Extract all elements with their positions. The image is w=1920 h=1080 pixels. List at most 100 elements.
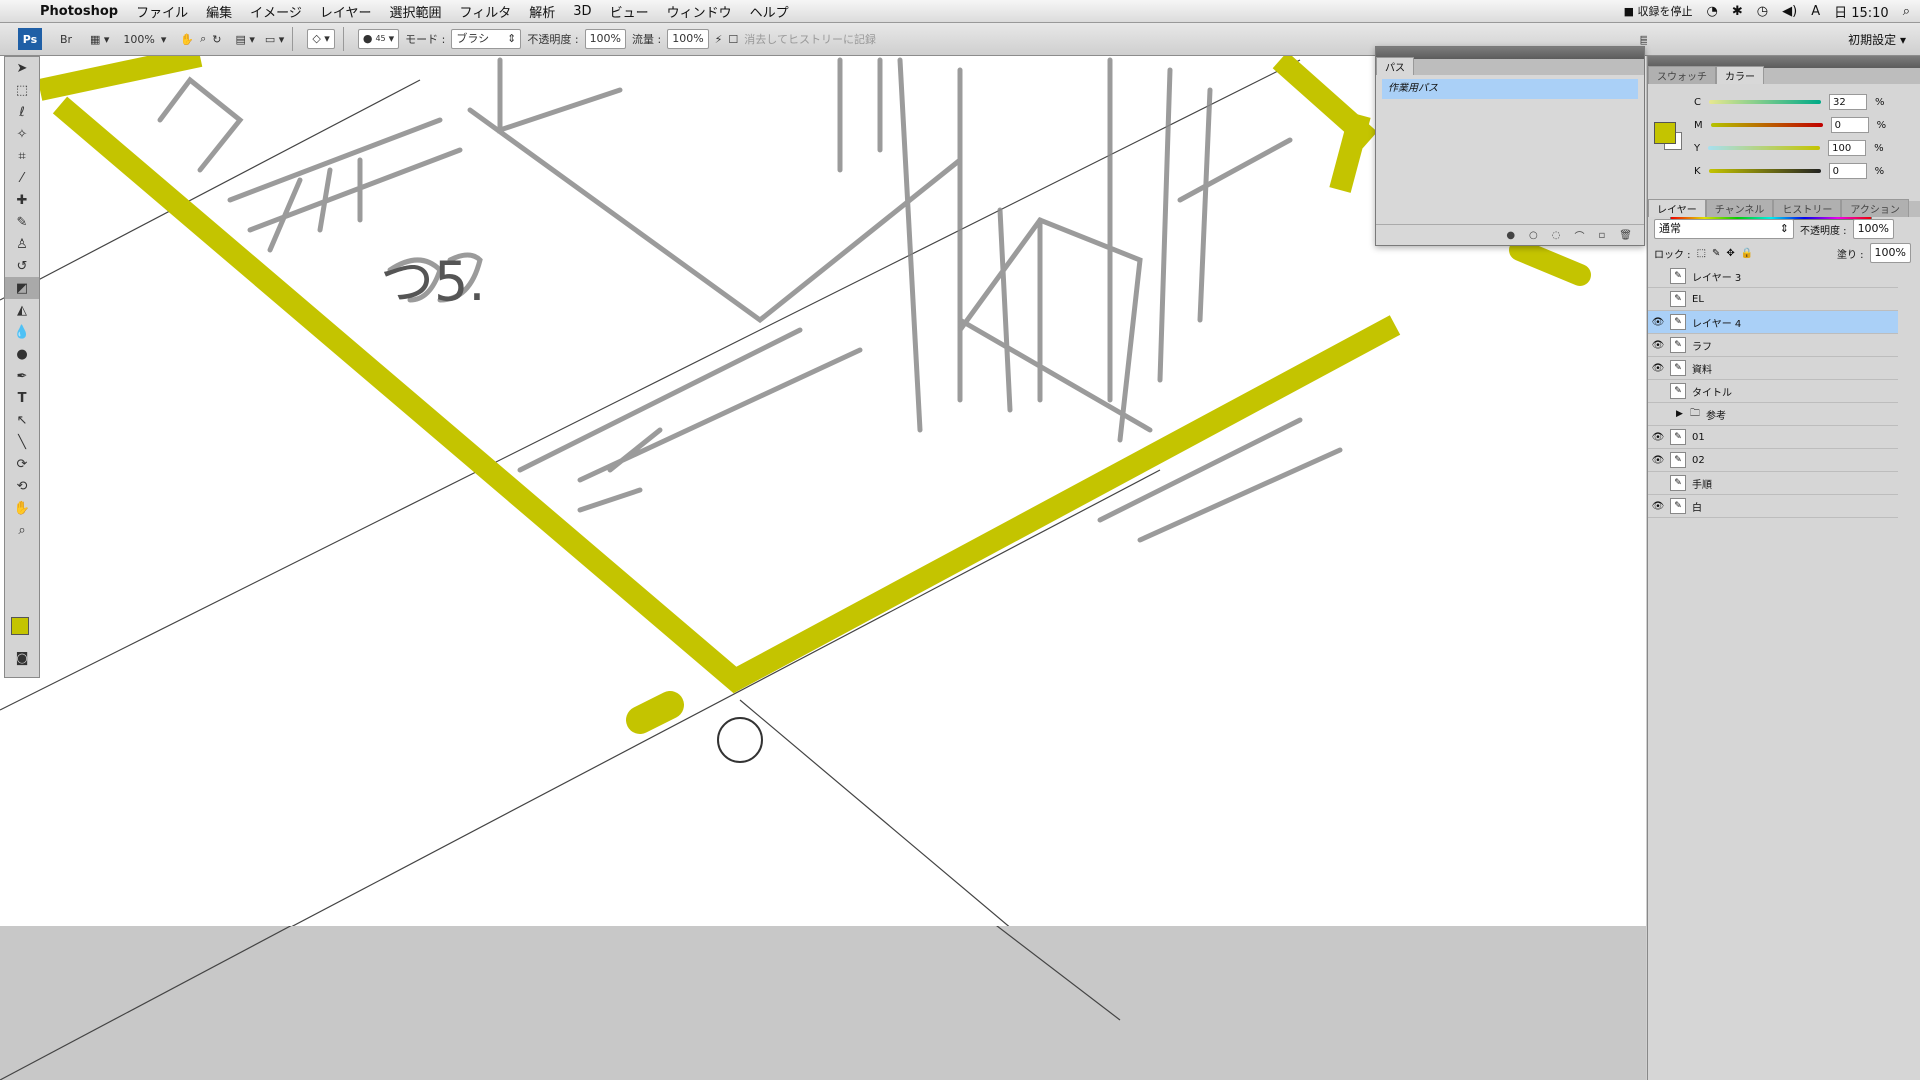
menu-3d[interactable]: 3D xyxy=(573,4,591,19)
layer-row[interactable]: ✎ レイヤー 3 xyxy=(1648,265,1898,288)
tab-swatches[interactable]: スウォッチ xyxy=(1648,66,1716,84)
yellow-value[interactable]: 100 xyxy=(1828,140,1867,156)
blur-tool-icon[interactable]: 💧 xyxy=(5,321,39,343)
workspace-switcher[interactable]: 初期設定 ▾ xyxy=(1848,31,1906,48)
flow-field[interactable]: 100% xyxy=(667,29,709,49)
menu-layer[interactable]: レイヤー xyxy=(320,2,372,21)
menu-filter[interactable]: フィルタ xyxy=(460,2,512,21)
tab-layers[interactable]: レイヤー xyxy=(1648,199,1706,217)
new-path-icon[interactable]: ▫ xyxy=(1599,230,1606,241)
stamp-tool-icon[interactable]: ♙ xyxy=(5,233,39,255)
menu-analysis[interactable]: 解析 xyxy=(529,2,555,21)
path-selection-tool-icon[interactable]: ↖ xyxy=(5,409,39,431)
hand-tool-icon[interactable]: ✋ xyxy=(5,497,39,519)
black-value[interactable]: 0 xyxy=(1828,163,1867,179)
black-slider[interactable] xyxy=(1708,169,1821,173)
layer-group-row[interactable]: ▶ 🗀 参考 xyxy=(1648,403,1898,426)
trash-icon[interactable]: 🗑 xyxy=(1619,230,1632,241)
type-tool-icon[interactable]: T xyxy=(5,387,39,409)
menu-image[interactable]: イメージ xyxy=(250,2,302,21)
layer-row[interactable]: 👁 ✎ 資料 xyxy=(1648,357,1898,380)
quick-mask-icon[interactable]: ◙ xyxy=(5,647,39,669)
path-item[interactable]: 作業用パス xyxy=(1382,79,1638,99)
layer-row[interactable]: 👁 ✎ 白 xyxy=(1648,495,1898,518)
bluetooth-icon[interactable]: ✱ xyxy=(1732,4,1743,19)
eraser-tool-icon[interactable]: ◩ xyxy=(5,277,39,299)
eye-icon[interactable]: 👁 xyxy=(1648,455,1668,466)
app-name[interactable]: Photoshop xyxy=(40,4,118,19)
lasso-tool-icon[interactable]: ℓ xyxy=(5,101,39,123)
3d-rotate-tool-icon[interactable]: ⟳ xyxy=(5,453,39,475)
screen-mode-icon[interactable]: ▭ ▾ xyxy=(265,28,284,50)
tool-preset-picker[interactable]: ◇ ▾ xyxy=(307,29,335,49)
rotate-view-icon[interactable]: ↻ xyxy=(212,28,221,50)
menu-select[interactable]: 選択範囲 xyxy=(390,2,442,21)
opacity-field[interactable]: 100% xyxy=(584,29,627,49)
menu-file[interactable]: ファイル xyxy=(136,2,188,21)
layer-row[interactable]: ✎ 手順 xyxy=(1648,472,1898,495)
layer-row-selected[interactable]: 👁 ✎ レイヤー 4 xyxy=(1648,311,1898,334)
tab-channels[interactable]: チャンネル xyxy=(1705,199,1774,217)
airbrush-icon[interactable]: ⚡ xyxy=(715,28,723,50)
bridge-icon[interactable]: Br xyxy=(56,28,76,50)
layer-row[interactable]: ✎ タイトル xyxy=(1648,380,1898,403)
healing-tool-icon[interactable]: ✚ xyxy=(5,189,39,211)
foreground-color-swatch[interactable] xyxy=(11,617,29,635)
time-machine-icon[interactable]: ◷ xyxy=(1757,4,1768,19)
erase-to-history-checkbox[interactable]: ☐ xyxy=(728,28,738,50)
menu-help[interactable]: ヘルプ xyxy=(750,2,789,21)
eyedropper-tool-icon[interactable]: ⁄ xyxy=(5,167,39,189)
eye-icon[interactable]: 👁 xyxy=(1648,340,1668,351)
view-extras-icon[interactable]: ▦ ▾ xyxy=(90,28,109,50)
eye-icon[interactable]: 👁 xyxy=(1648,363,1668,374)
eye-icon[interactable]: 👁 xyxy=(1648,432,1668,443)
mode-select[interactable]: ブラシ ⇕ xyxy=(451,29,522,49)
move-tool-icon[interactable]: ➤ xyxy=(5,57,39,79)
tab-color[interactable]: カラー xyxy=(1716,66,1764,84)
foreground-color-chip[interactable] xyxy=(1654,122,1676,144)
cyan-slider[interactable] xyxy=(1708,100,1821,104)
tab-actions[interactable]: アクション xyxy=(1841,199,1909,217)
recording-status[interactable]: ■ 収録を停止 xyxy=(1624,3,1693,19)
dodge-tool-icon[interactable]: ● xyxy=(5,343,39,365)
input-method-icon[interactable]: A xyxy=(1811,4,1820,19)
magic-wand-tool-icon[interactable]: ✧ xyxy=(5,123,39,145)
menu-edit[interactable]: 編集 xyxy=(206,2,232,21)
magenta-slider[interactable] xyxy=(1710,123,1823,127)
tab-history[interactable]: ヒストリー xyxy=(1773,199,1842,217)
3d-orbit-tool-icon[interactable]: ⟲ xyxy=(5,475,39,497)
crop-tool-icon[interactable]: ⌗ xyxy=(5,145,39,167)
fill-field[interactable]: 100% xyxy=(1869,243,1911,263)
panel-titlebar[interactable] xyxy=(1376,47,1644,59)
layer-opacity-field[interactable]: 100% xyxy=(1852,219,1895,239)
lock-transparency-icon[interactable]: ⬚ xyxy=(1697,248,1706,259)
cyan-value[interactable]: 32 xyxy=(1828,94,1867,110)
layer-row[interactable]: 👁 ✎ ラフ xyxy=(1648,334,1898,357)
eye-icon[interactable]: 👁 xyxy=(1648,501,1668,512)
history-brush-tool-icon[interactable]: ↺ xyxy=(5,255,39,277)
lock-all-icon[interactable]: 🔒 xyxy=(1741,248,1753,259)
hand-tool-icon[interactable]: ✋ xyxy=(180,28,194,50)
blend-mode-select[interactable]: 通常 ⇕ xyxy=(1654,219,1794,239)
clock[interactable]: 日 15:10 xyxy=(1834,2,1889,21)
arrange-documents-icon[interactable]: ▤ ▾ xyxy=(236,28,255,50)
yellow-slider[interactable] xyxy=(1708,146,1821,150)
layer-row[interactable]: 👁 ✎ 01 xyxy=(1648,426,1898,449)
zoom-dropdown-icon[interactable]: ▾ xyxy=(161,28,167,50)
layer-row[interactable]: ✎ EL xyxy=(1648,288,1898,311)
lock-position-icon[interactable]: ✥ xyxy=(1726,248,1734,259)
menu-window[interactable]: ウィンドウ xyxy=(667,2,732,21)
brush-tool-icon[interactable]: ✎ xyxy=(5,211,39,233)
marquee-tool-icon[interactable]: ⬚ xyxy=(5,79,39,101)
ps-logo-icon[interactable]: Ps xyxy=(18,28,42,50)
wifi-icon[interactable]: ◔ xyxy=(1707,4,1718,19)
gradient-tool-icon[interactable]: ◭ xyxy=(5,299,39,321)
load-selection-icon[interactable]: ◌ xyxy=(1552,230,1561,241)
volume-icon[interactable]: ◀) xyxy=(1782,4,1797,19)
eye-icon[interactable]: 👁 xyxy=(1648,317,1668,328)
brush-picker[interactable]: ● 45 ▾ xyxy=(357,29,400,49)
disclosure-triangle-icon[interactable]: ▶ xyxy=(1676,409,1690,419)
zoom-tool-icon[interactable]: ⌕ xyxy=(200,28,206,50)
layer-row[interactable]: 👁 ✎ 02 xyxy=(1648,449,1898,472)
menu-view[interactable]: ビュー xyxy=(610,2,649,21)
